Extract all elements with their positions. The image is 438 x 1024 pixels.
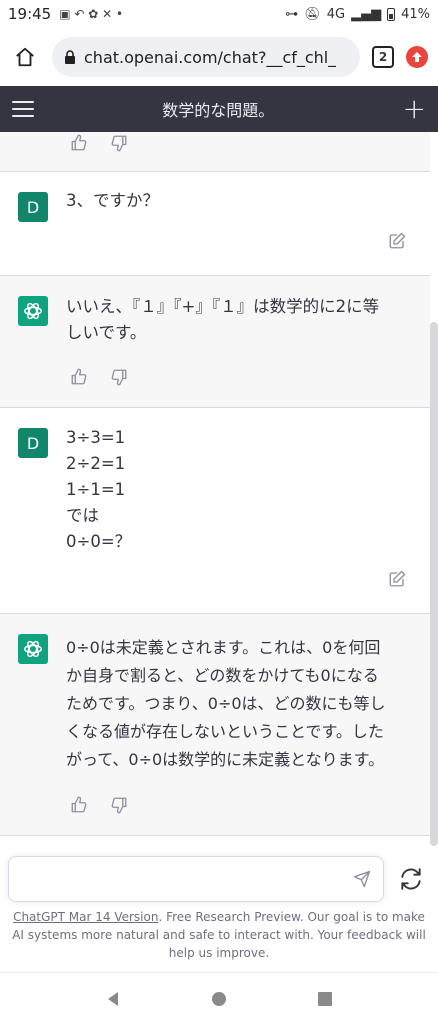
thumbs-up-icon[interactable] [70,134,88,152]
recents-icon[interactable] [317,991,333,1007]
thumbs-down-icon[interactable] [110,368,128,386]
message-line: 1÷1=1 [66,480,126,499]
chat-scrollbar[interactable] [430,322,438,846]
thumbs-up-icon[interactable] [70,368,88,386]
thumbs-up-icon[interactable] [70,796,88,814]
notification-icons: ▣ ↶ ✿ ✕ • [59,7,124,21]
thumbs-down-icon[interactable] [110,796,128,814]
status-time: 19:45 [8,5,52,23]
message-input[interactable] [8,856,384,902]
chat-transcript[interactable]: D 3、ですか？ いいえ、『１』『+』『１』は数学的に2に等 しいです。 D 3… [0,132,430,846]
tab-switcher-button[interactable]: 2 [372,46,394,68]
signal-icon: ▂▄▆ [351,6,382,22]
url-text: chat.openai.com/chat?__cf_chl_ [84,47,337,67]
message-text: 3÷3=1 2÷2=1 1÷1=1 では 0÷0=？ [66,425,412,555]
browser-toolbar: chat.openai.com/chat?__cf_chl_ 2 [0,28,438,86]
update-button[interactable] [406,46,428,68]
user-avatar: D [18,192,48,222]
feedback-buttons [70,134,128,152]
home-nav-icon[interactable] [211,991,227,1007]
message-text: いいえ、『１』『+』『１』は数学的に2に等 しいです。 [66,294,412,346]
send-icon[interactable] [353,870,371,888]
lock-icon [65,50,75,64]
message-line: がって、0÷0は数学的に未定義となります。 [66,750,385,769]
assistant-message: いいえ、『１』『+』『１』は数学的に2に等 しいです。 [0,276,430,408]
message-line: か自身で割ると、どの数をかけても0になる [66,666,379,685]
status-bar: 19:45 ▣ ↶ ✿ ✕ • ⊶ 🔕︎ 4G ▂▄▆ 41% [0,0,438,28]
message-line: では [66,506,99,525]
user-message: D 3、ですか？ [0,172,430,276]
battery-icon [387,7,396,21]
app-header: 数学的な問題。 + [0,86,438,132]
message-line: 3、ですか？ [66,191,159,210]
conversation-title: 数学的な問題。 [162,101,275,120]
feedback-buttons [70,368,128,386]
arrow-up-icon [412,52,422,62]
system-nav-bar [0,972,438,1024]
version-link[interactable]: ChatGPT Mar 14 Version [13,910,158,924]
refresh-icon[interactable] [398,866,424,892]
message-line: 0÷0=？ [66,532,132,551]
network-label: 4G [326,6,346,22]
message-line: 2÷2=1 [66,454,126,473]
assistant-message-partial [0,132,430,172]
message-text: 0÷0は未定義とされます。これは、0を何回 か自身で割ると、どの数をかけても0に… [66,634,412,774]
user-message: D 3÷3=1 2÷2=1 1÷1=1 では 0÷0=？ [0,408,430,614]
mute-icon: 🔕︎ [304,6,321,22]
key-icon: ⊶ [285,6,299,22]
message-text: 3、ですか？ [66,188,412,214]
footer-disclaimer: ChatGPT Mar 14 Version. Free Research Pr… [12,908,426,962]
message-line: 3÷3=1 [66,428,126,447]
edit-icon[interactable] [388,570,406,588]
message-line: 0÷0は未定義とされます。これは、0を何回 [66,638,381,657]
hamburger-icon[interactable] [12,101,34,117]
home-icon [16,47,34,67]
address-bar[interactable]: chat.openai.com/chat?__cf_chl_ [52,37,360,77]
chatgpt-logo-icon [18,634,48,664]
thumbs-down-icon[interactable] [110,134,128,152]
back-icon[interactable] [105,991,121,1007]
message-line: いいえ、『１』『+』『１』は数学的に2に等 [66,297,380,316]
home-button[interactable] [10,42,40,72]
message-line: ためです。つまり、0÷0は、どの数にも等し [66,694,386,713]
edit-icon[interactable] [388,232,406,250]
message-line: くなる値が存在しないということです。した [66,722,384,741]
battery-level: 41% [401,6,430,22]
plus-icon[interactable]: + [403,95,426,123]
chatgpt-logo-icon [18,296,48,326]
message-line: しいです。 [66,323,147,342]
assistant-message: 0÷0は未定義とされます。これは、0を何回 か自身で割ると、どの数をかけても0に… [0,614,430,836]
user-avatar: D [18,428,48,458]
feedback-buttons [70,796,128,814]
